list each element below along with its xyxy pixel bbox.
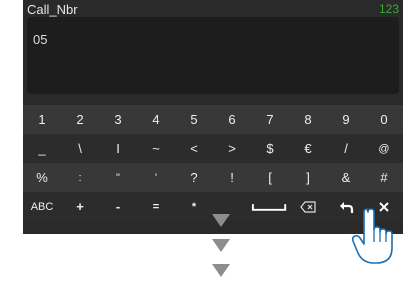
key-8[interactable]: 8 bbox=[289, 105, 327, 134]
key-percent[interactable]: % bbox=[23, 163, 61, 192]
key-tilde[interactable]: ~ bbox=[137, 134, 175, 163]
key-greater-than[interactable]: > bbox=[213, 134, 251, 163]
key-9[interactable]: 9 bbox=[327, 105, 365, 134]
key-slash[interactable]: / bbox=[327, 134, 365, 163]
key-1[interactable]: 1 bbox=[23, 105, 61, 134]
backspace-icon bbox=[300, 200, 316, 213]
key-colon[interactable]: : bbox=[61, 163, 99, 192]
hand-pointer-icon bbox=[350, 208, 402, 271]
space-bar-key[interactable] bbox=[251, 192, 289, 221]
key-4[interactable]: 4 bbox=[137, 105, 175, 134]
key-ampersand[interactable]: & bbox=[327, 163, 365, 192]
number-entry-field[interactable]: 05 bbox=[27, 17, 399, 94]
arrow-down-icon bbox=[212, 239, 230, 252]
key-abc[interactable]: ABC bbox=[23, 192, 61, 221]
keyboard: 1 2 3 4 5 6 7 8 9 0 _ \ I ~ < > $ € / @ … bbox=[23, 105, 403, 221]
key-underscore[interactable]: _ bbox=[23, 134, 61, 163]
key-7[interactable]: 7 bbox=[251, 105, 289, 134]
key-left-bracket[interactable]: [ bbox=[251, 163, 289, 192]
key-plus[interactable]: + bbox=[61, 192, 99, 221]
key-6[interactable]: 6 bbox=[213, 105, 251, 134]
input-mode-indicator: 123 bbox=[378, 2, 399, 16]
key-right-bracket[interactable]: ] bbox=[289, 163, 327, 192]
key-pipe[interactable]: I bbox=[99, 134, 137, 163]
key-exclamation[interactable]: ! bbox=[213, 163, 251, 192]
key-less-than[interactable]: < bbox=[175, 134, 213, 163]
key-2[interactable]: 2 bbox=[61, 105, 99, 134]
key-3[interactable]: 3 bbox=[99, 105, 137, 134]
keyboard-row-2: _ \ I ~ < > $ € / @ bbox=[23, 134, 403, 163]
screen-title: Call_Nbr bbox=[27, 2, 78, 17]
key-question[interactable]: ? bbox=[175, 163, 213, 192]
entry-value: 05 bbox=[33, 32, 48, 47]
keypad-screen: Call_Nbr 123 05 1 2 3 4 5 6 7 8 9 0 _ \ … bbox=[23, 0, 403, 234]
key-asterisk[interactable]: * bbox=[175, 192, 213, 221]
key-dollar[interactable]: $ bbox=[251, 134, 289, 163]
arrow-down-icon bbox=[212, 214, 230, 227]
space-bar-icon bbox=[251, 203, 287, 211]
key-backslash[interactable]: \ bbox=[61, 134, 99, 163]
key-single-quote[interactable]: ' bbox=[137, 163, 175, 192]
key-hash[interactable]: # bbox=[365, 163, 403, 192]
keyboard-row-3: % : " ' ? ! [ ] & # bbox=[23, 163, 403, 192]
key-double-quote[interactable]: " bbox=[99, 163, 137, 192]
key-euro[interactable]: € bbox=[289, 134, 327, 163]
key-0[interactable]: 0 bbox=[365, 105, 403, 134]
key-at[interactable]: @ bbox=[365, 134, 403, 163]
arrow-down-icon bbox=[212, 264, 230, 277]
key-equals[interactable]: = bbox=[137, 192, 175, 221]
keyboard-row-1: 1 2 3 4 5 6 7 8 9 0 bbox=[23, 105, 403, 134]
key-5[interactable]: 5 bbox=[175, 105, 213, 134]
backspace-key[interactable] bbox=[289, 192, 327, 221]
key-minus[interactable]: - bbox=[99, 192, 137, 221]
